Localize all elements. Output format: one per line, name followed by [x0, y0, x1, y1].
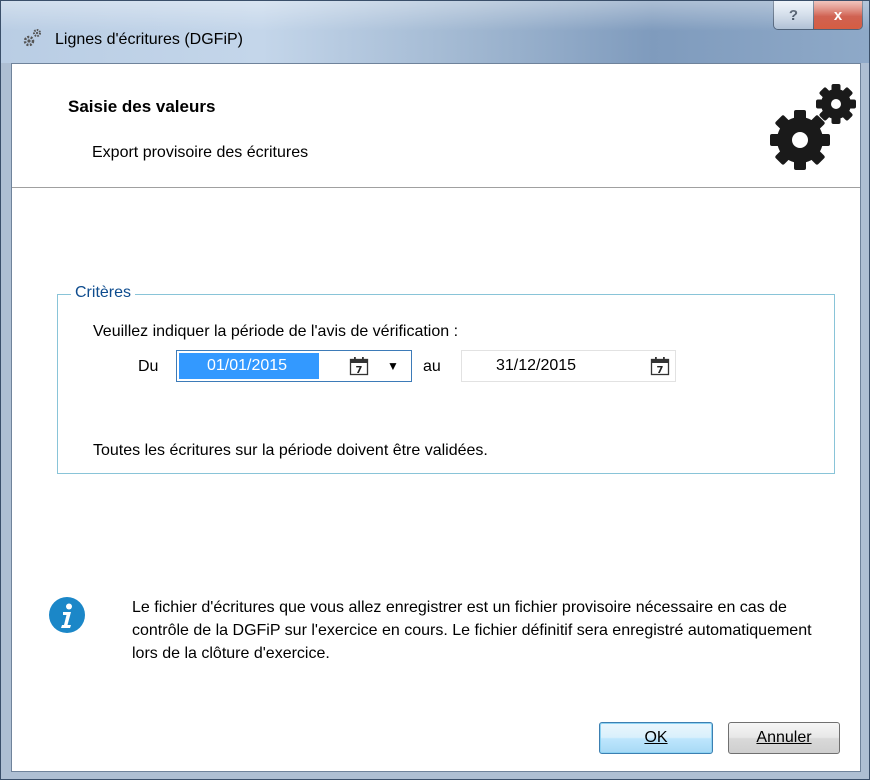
help-button[interactable]: ? — [774, 1, 814, 29]
to-date-picker[interactable]: 31/12/2015 7 — [461, 350, 676, 382]
dialog-window: Lignes d'écritures (DGFiP) ? x Saisie de… — [0, 0, 870, 780]
gears-icon — [770, 84, 856, 170]
gears-app-icon — [23, 29, 41, 47]
wizard-header: Saisie des valeurs Export provisoire des… — [12, 64, 860, 188]
criteria-legend: Critères — [71, 284, 136, 302]
window-title: Lignes d'écritures (DGFiP) — [55, 31, 243, 48]
chevron-down-icon[interactable]: ▼ — [387, 359, 399, 373]
period-prompt: Veuillez indiquer la période de l'avis d… — [93, 323, 459, 340]
calendar-icon[interactable]: 7 — [650, 356, 670, 376]
from-date-value[interactable]: 01/01/2015 — [179, 353, 319, 379]
from-label: Du — [138, 358, 159, 375]
header-title: Saisie des valeurs — [68, 97, 216, 116]
dialog-client-area: Saisie des valeurs Export provisoire des… — [11, 63, 861, 772]
cancel-button[interactable]: Annuler — [728, 722, 840, 754]
close-button[interactable]: x — [814, 1, 862, 29]
info-message: Le fichier d'écritures que vous allez en… — [132, 599, 812, 662]
cancel-button-label: Annuler — [756, 729, 812, 746]
header-subtitle: Export provisoire des écritures — [92, 144, 309, 161]
caption-buttons: ? x — [773, 1, 863, 30]
info-icon — [49, 597, 85, 633]
to-date-value[interactable]: 31/12/2015 — [496, 357, 576, 375]
to-label: au — [423, 358, 441, 375]
title-bar[interactable]: Lignes d'écritures (DGFiP) ? x — [1, 1, 869, 63]
calendar-day: 7 — [356, 365, 363, 376]
validation-note: Toutes les écritures sur la période doiv… — [93, 442, 488, 459]
ok-button-label: OK — [644, 729, 668, 746]
calendar-day: 7 — [657, 365, 664, 376]
from-date-picker[interactable]: 01/01/2015 7 ▼ — [176, 350, 412, 382]
criteria-group: Critères Veuillez indiquer la période de… — [57, 284, 835, 474]
ok-button[interactable]: OK — [599, 722, 713, 754]
calendar-icon[interactable]: 7 — [349, 356, 369, 376]
